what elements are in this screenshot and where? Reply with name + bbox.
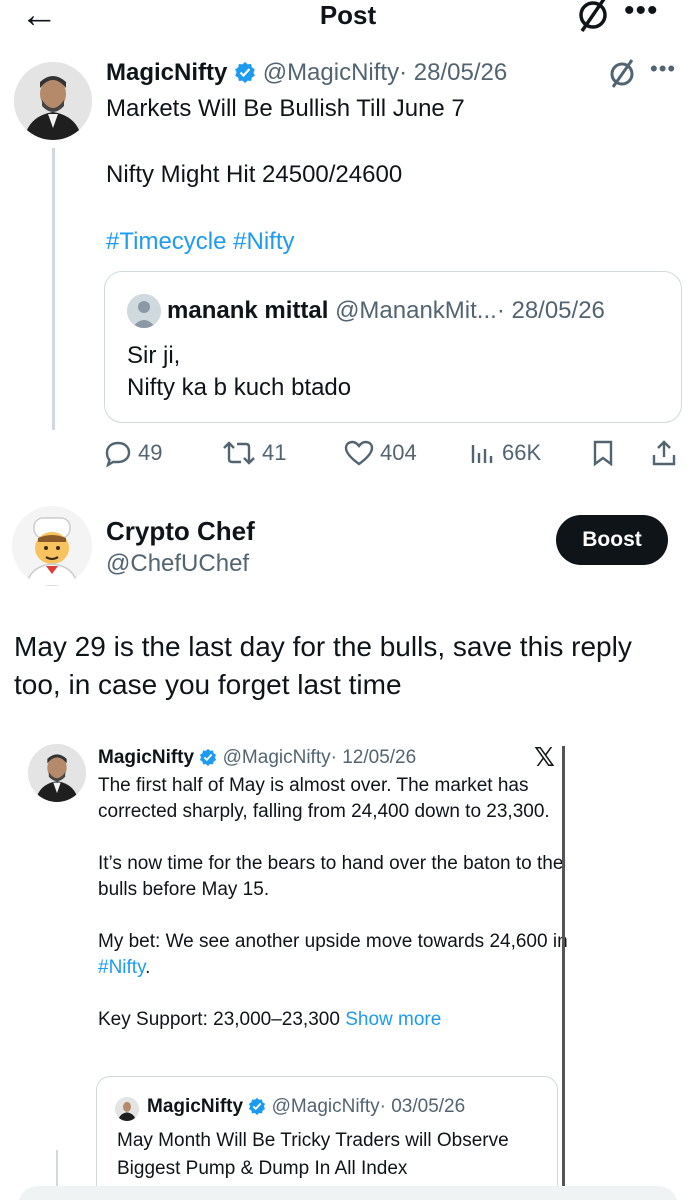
embedded-quote-header: MagicNifty @MagicNifty· 03/05/26 [147,1095,465,1122]
embedded-paragraph: My bet: We see another upside move towar… [98,929,568,981]
embedded-quote-text: May Month Will Be Tricky Traders will Ob… [117,1130,509,1179]
top-bar: ← Post ••• [0,0,696,34]
embedded-text-span: Key Support: 23,000–23,300 [98,1009,346,1030]
author-name[interactable]: MagicNifty [106,59,227,86]
quote-text: Sir ji, Nifty ka b kuch btado [127,340,351,404]
embedded-author-name: MagicNifty [98,747,195,768]
more-icon[interactable]: ••• [624,0,659,26]
embedded-quote-handle: @MagicNifty [271,1096,380,1117]
repost-button[interactable]: 41 [222,436,286,470]
hashtags[interactable]: #Timecycle #Nifty [106,227,294,257]
quote-date: · 28/05/26 [496,297,605,324]
grok-icon[interactable] [608,58,636,93]
repost-count: 41 [262,440,287,465]
embedded-quote-date: · 03/05/26 [379,1096,466,1117]
embedded-quoted-tweet: MagicNifty @MagicNifty· 03/05/26 May Mon… [96,1076,558,1200]
embedded-text: The first half of May is almost over. Th… [98,773,568,1059]
embedded-quote-author-name: MagicNifty [147,1096,244,1117]
post-date[interactable]: · 28/05/26 [399,59,507,86]
action-bar: 49 41 404 66K [104,436,684,470]
reply-button[interactable]: 49 [104,436,162,470]
verified-badge-icon [199,748,217,773]
tweet-text-line: Nifty Might Hit 24500/24600 [106,161,403,188]
quote-text-line: Nifty ka b kuch btado [127,374,352,401]
tweet-text-line: Markets Will Be Bullish Till June 7 [106,95,465,122]
quote-author-name: manank mittal [167,297,329,324]
quote-header: manank mittal @ManankMit...· 28/05/26 [167,296,605,326]
divider [562,746,565,1200]
embedded-paragraph: Key Support: 23,000–23,300 Show more [98,1007,568,1033]
avatar [28,744,86,802]
embedded-header: MagicNifty @MagicNifty· 12/05/26 [98,746,416,773]
repost-icon [223,441,255,465]
show-more-link: Show more [345,1009,442,1030]
embedded-paragraph: The first half of May is almost over. Th… [98,775,550,822]
bookmark-icon[interactable] [590,436,616,470]
grok-icon[interactable] [576,0,610,34]
like-button[interactable]: 404 [344,436,417,470]
embedded-paragraph: It’s now time for the bears to hand over… [98,853,564,900]
verified-badge-icon [248,1097,266,1122]
reply-count: 49 [138,440,163,465]
quoted-tweet[interactable]: manank mittal @ManankMit...· 28/05/26 Si… [104,271,682,423]
verified-badge-icon [234,61,256,91]
reply-author-handle[interactable]: @ChefUChef [106,549,249,579]
embedded-date: · 12/05/26 [330,747,417,768]
reply-text: May 29 is the last day for the bulls, sa… [14,631,632,700]
quote-author-handle: @ManankMit... [335,297,497,324]
views-icon [471,445,493,463]
tweet-header: MagicNifty @MagicNifty· 28/05/26 [106,58,507,91]
embedded-tweet-image[interactable]: MagicNifty @MagicNifty· 12/05/26 𝕏 The f… [28,738,568,1200]
default-avatar-icon [127,294,161,328]
x-logo-icon: 𝕏 [534,742,555,772]
reply-icon [105,441,131,467]
heart-icon [344,440,374,466]
more-icon[interactable]: ••• [650,56,676,82]
views-count: 66K [502,440,542,465]
embedded-author-handle: @MagicNifty [222,747,331,768]
embedded-text-span: . [145,957,151,978]
reply-input[interactable] [18,1186,678,1200]
boost-button[interactable]: Boost [556,515,668,565]
avatar [115,1097,139,1121]
avatar[interactable] [14,62,92,140]
avatar[interactable] [12,506,92,586]
thread-line [52,148,55,430]
author-handle[interactable]: @MagicNifty [263,59,399,86]
like-count: 404 [380,440,417,465]
share-icon[interactable] [650,436,678,470]
reply-author-name[interactable]: Crypto Chef [106,516,255,546]
embedded-hashtag: #Nifty [98,957,146,978]
quote-text-line: Sir ji, [127,342,181,369]
embedded-text-span: My bet: We see another upside move towar… [98,931,568,952]
views-button[interactable]: 66K [468,436,541,470]
